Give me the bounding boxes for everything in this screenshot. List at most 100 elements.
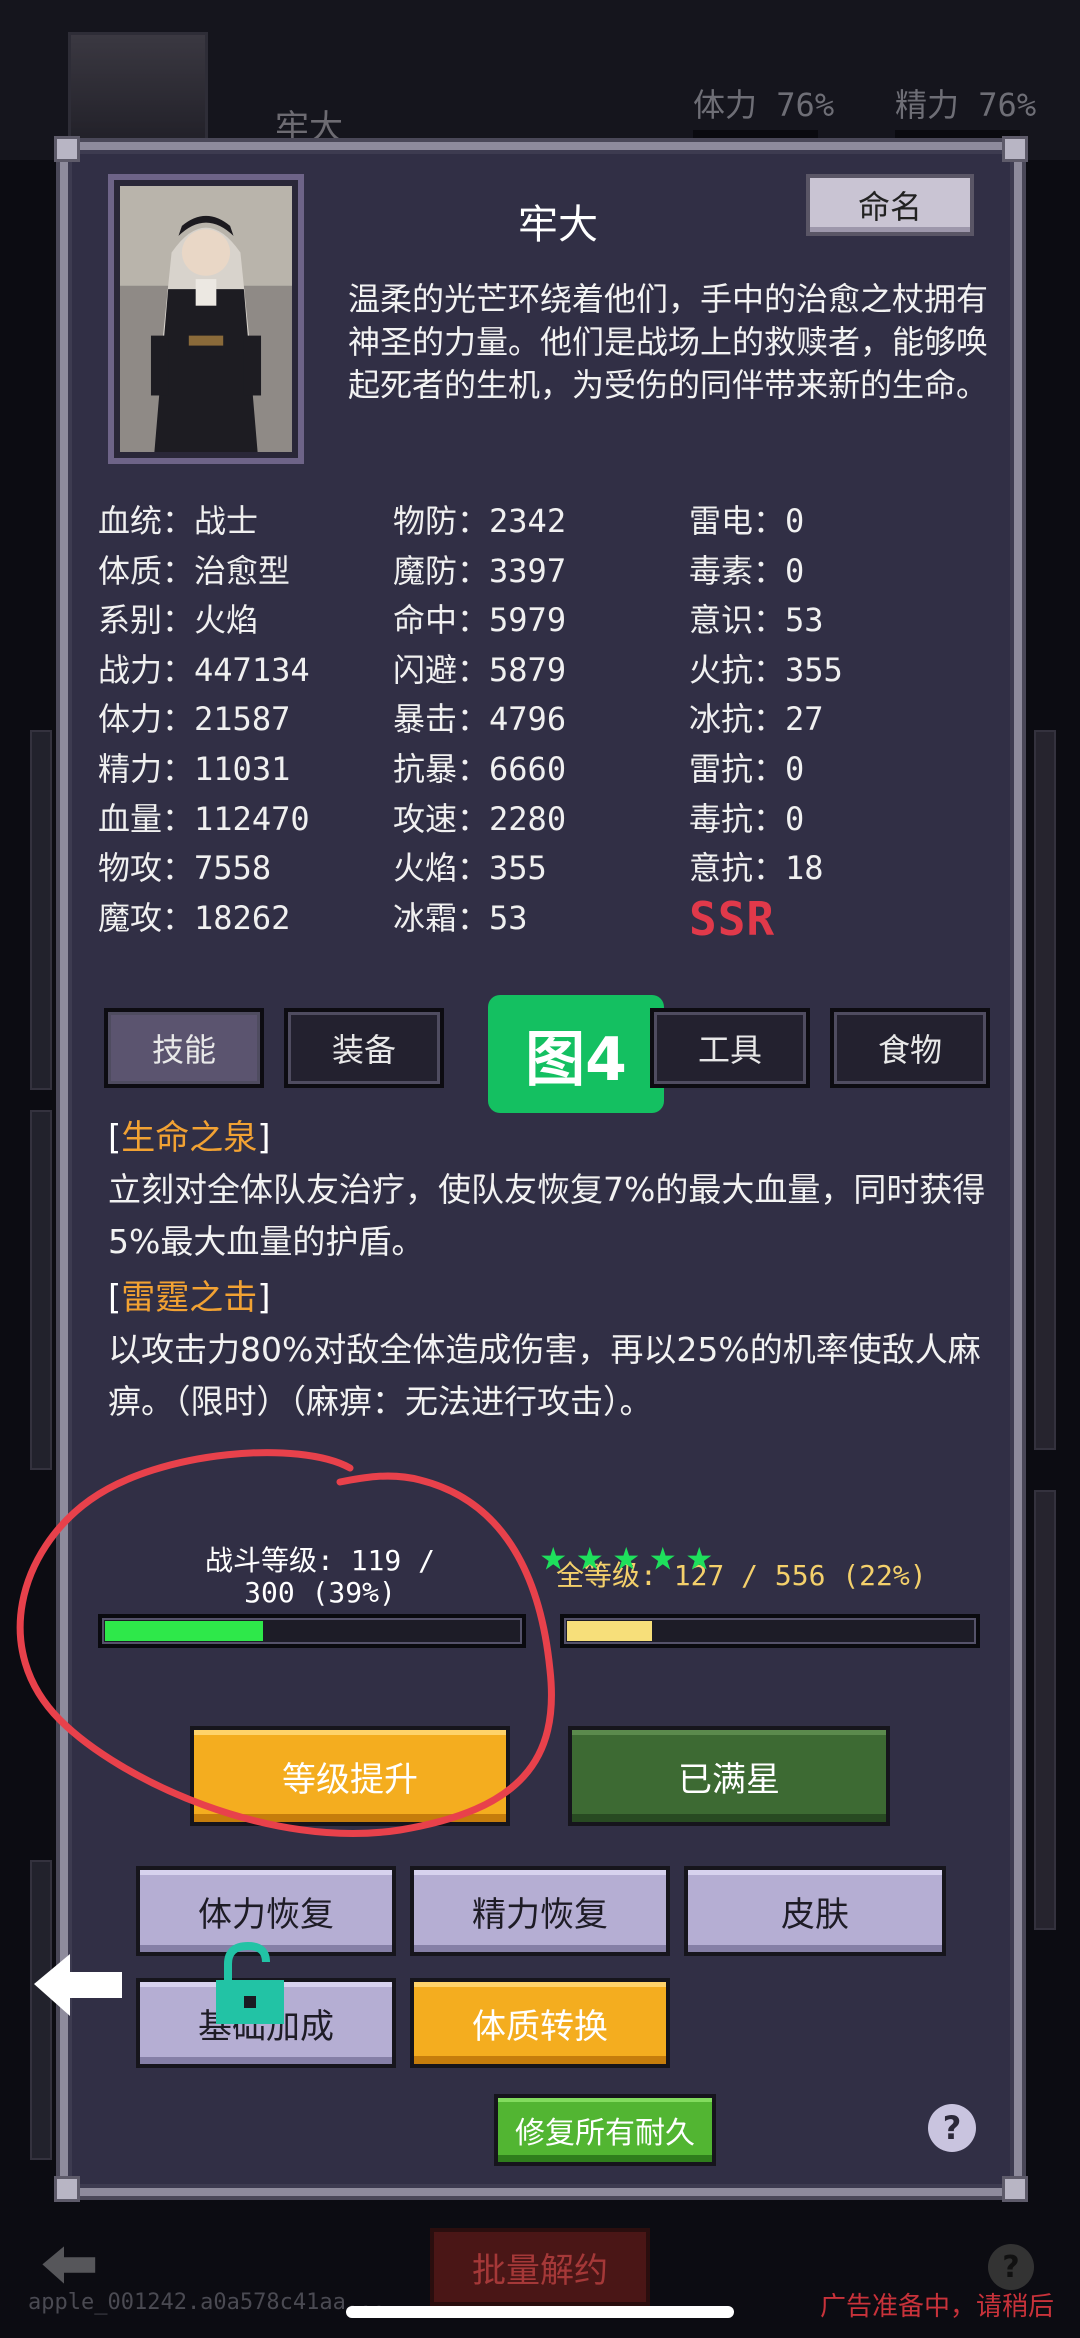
stat-label: 暴击： (393, 700, 490, 739)
skill-name: 雷霆之击 (121, 1278, 258, 1318)
stat-魔攻: 魔攻：18262 (98, 893, 393, 943)
stat-火焰: 火焰：355 (393, 843, 689, 893)
stat-value: 18 (785, 849, 824, 888)
stat-label: 闪避： (393, 650, 490, 689)
stat-label: 命中： (393, 601, 490, 640)
stat-label: 冰霜： (393, 898, 490, 937)
panel-corner (54, 136, 80, 162)
tab-food[interactable]: 食物 (830, 1008, 990, 1088)
stat-value: 治愈型 (194, 551, 291, 590)
stat-毒抗: 毒抗：0 (689, 794, 978, 844)
star-icon: ★ (686, 1530, 723, 1581)
stat-label: 物防： (393, 502, 490, 540)
stat-value: 53 (785, 601, 824, 640)
stat-label: 血统： (98, 502, 195, 540)
stat-value: 3397 (489, 551, 567, 590)
help-icon[interactable]: ? (928, 2104, 976, 2152)
stat-value: 18262 (194, 898, 291, 937)
footer-id: apple_001242.a0a578c41aa... (28, 2290, 386, 2315)
stat-value: 战士 (194, 502, 259, 540)
tab-skills[interactable]: 技能 (104, 1008, 264, 1088)
constitution-convert-button[interactable]: 体质转换 (410, 1978, 670, 2068)
stat-雷抗: 雷抗：0 (689, 744, 978, 794)
stat-label: 体力： (98, 700, 195, 739)
stat-label: 抗暴： (393, 749, 490, 788)
background-back-icon (40, 2240, 100, 2294)
character-portrait (108, 174, 304, 464)
energy-restore-button[interactable]: 精力恢复 (410, 1866, 670, 1956)
stat-value: 火焰 (194, 601, 259, 640)
total-level-bar-fill (567, 1621, 652, 1641)
stat-意识: 意识：53 (689, 595, 978, 645)
stat-魔防: 魔防：3397 (393, 546, 689, 596)
ad-status-text: 广告准备中，请稍后 (820, 2292, 1055, 2322)
star-icon: ★ (649, 1530, 686, 1581)
stat-血量: 血量：112470 (98, 794, 393, 844)
stat-label: 体质： (98, 551, 195, 590)
stat-label: 毒抗： (689, 799, 786, 838)
stat-label: 魔防： (393, 551, 490, 590)
battle-level-bar (98, 1614, 526, 1648)
stat-value: 0 (785, 799, 805, 838)
repair-all-button[interactable]: 修复所有耐久 (494, 2094, 716, 2166)
stat-label: 火焰： (393, 849, 490, 888)
tab-equipment[interactable]: 装备 (284, 1008, 444, 1088)
stat-value: 0 (785, 749, 805, 788)
stat-命中: 命中：5979 (393, 595, 689, 645)
stat-label: 雷电： (689, 502, 786, 540)
skill-title: [生命之泉] (108, 1118, 271, 1158)
stat-value: 11031 (194, 749, 291, 788)
stat-抗暴: 抗暴：6660 (393, 744, 689, 794)
background-card-left (30, 1110, 52, 1470)
stat-火抗: 火抗：355 (689, 645, 978, 695)
unlock-icon[interactable] (200, 1940, 300, 2034)
stat-value: 0 (785, 551, 805, 590)
stat-体质: 体质：治愈型 (98, 546, 393, 596)
stat-label: 毒素： (689, 551, 786, 590)
skin-button[interactable]: 皮肤 (684, 1866, 946, 1956)
stat-value: 53 (489, 898, 528, 937)
stat-物攻: 物攻：7558 (98, 843, 393, 893)
skill-description: 以攻击力80%对敌全体造成伤害，再以25%的机率使敌人麻痹。（限时）（麻痹：无法… (108, 1330, 981, 1421)
arrow-left-icon[interactable] (30, 1950, 130, 2024)
stat-系别: 系别：火焰 (98, 595, 393, 645)
stat-value: 447134 (194, 650, 310, 689)
rename-button[interactable]: 命名 (806, 174, 974, 236)
stat-value: 4796 (489, 700, 567, 739)
stat-value: 27 (785, 700, 824, 739)
stat-value: 355 (489, 849, 547, 888)
background-avatar (68, 32, 208, 152)
stat-label: 系别： (98, 601, 195, 640)
stat-暴击: 暴击：4796 (393, 694, 689, 744)
stat-精力: 精力：11031 (98, 744, 393, 794)
stat-value: 6660 (489, 749, 567, 788)
stat-value: 0 (785, 502, 805, 540)
stat-label: 魔攻： (98, 898, 195, 937)
stat-value: 112470 (194, 799, 310, 838)
stat-意抗: 意抗：18 (689, 843, 978, 893)
stat-value: 2342 (489, 502, 567, 540)
home-indicator[interactable] (346, 2306, 734, 2318)
battle-level-line1: 战斗等级: 119 / (204, 1544, 435, 1577)
stat-战力: 战力：447134 (98, 645, 393, 695)
figure-label-badge: 图4 (488, 995, 664, 1113)
panel-corner (1002, 136, 1028, 162)
stat-攻速: 攻速：2280 (393, 794, 689, 844)
stat-label: 攻速： (393, 799, 490, 838)
star-icon: ★ (540, 1530, 577, 1581)
stat-毒素: 毒素：0 (689, 546, 978, 596)
stat-label: 精力： (98, 749, 195, 788)
tab-tools[interactable]: 工具 (650, 1008, 810, 1088)
stat-label: 雷抗： (689, 749, 786, 788)
stat-value: 7558 (194, 849, 272, 888)
skill-name: 生命之泉 (121, 1118, 258, 1158)
skills-list: [生命之泉] 立刻对全体队友治疗，使队友恢复7%的最大血量，同时获得5%最大血量… (108, 1112, 988, 1432)
star-icon: ★ (576, 1530, 613, 1581)
background-card-right (1034, 1490, 1056, 1930)
stat-label: 血量： (98, 799, 195, 838)
battle-level-label: 战斗等级: 119 / 300 (39%) (100, 1545, 540, 1609)
level-up-button[interactable]: 等级提升 (190, 1726, 510, 1826)
star-rating: ★★★★★ (540, 1530, 723, 1581)
max-star-button[interactable]: 已满星 (568, 1726, 890, 1826)
batch-dismiss-button[interactable]: 批量解约 (430, 2228, 650, 2306)
